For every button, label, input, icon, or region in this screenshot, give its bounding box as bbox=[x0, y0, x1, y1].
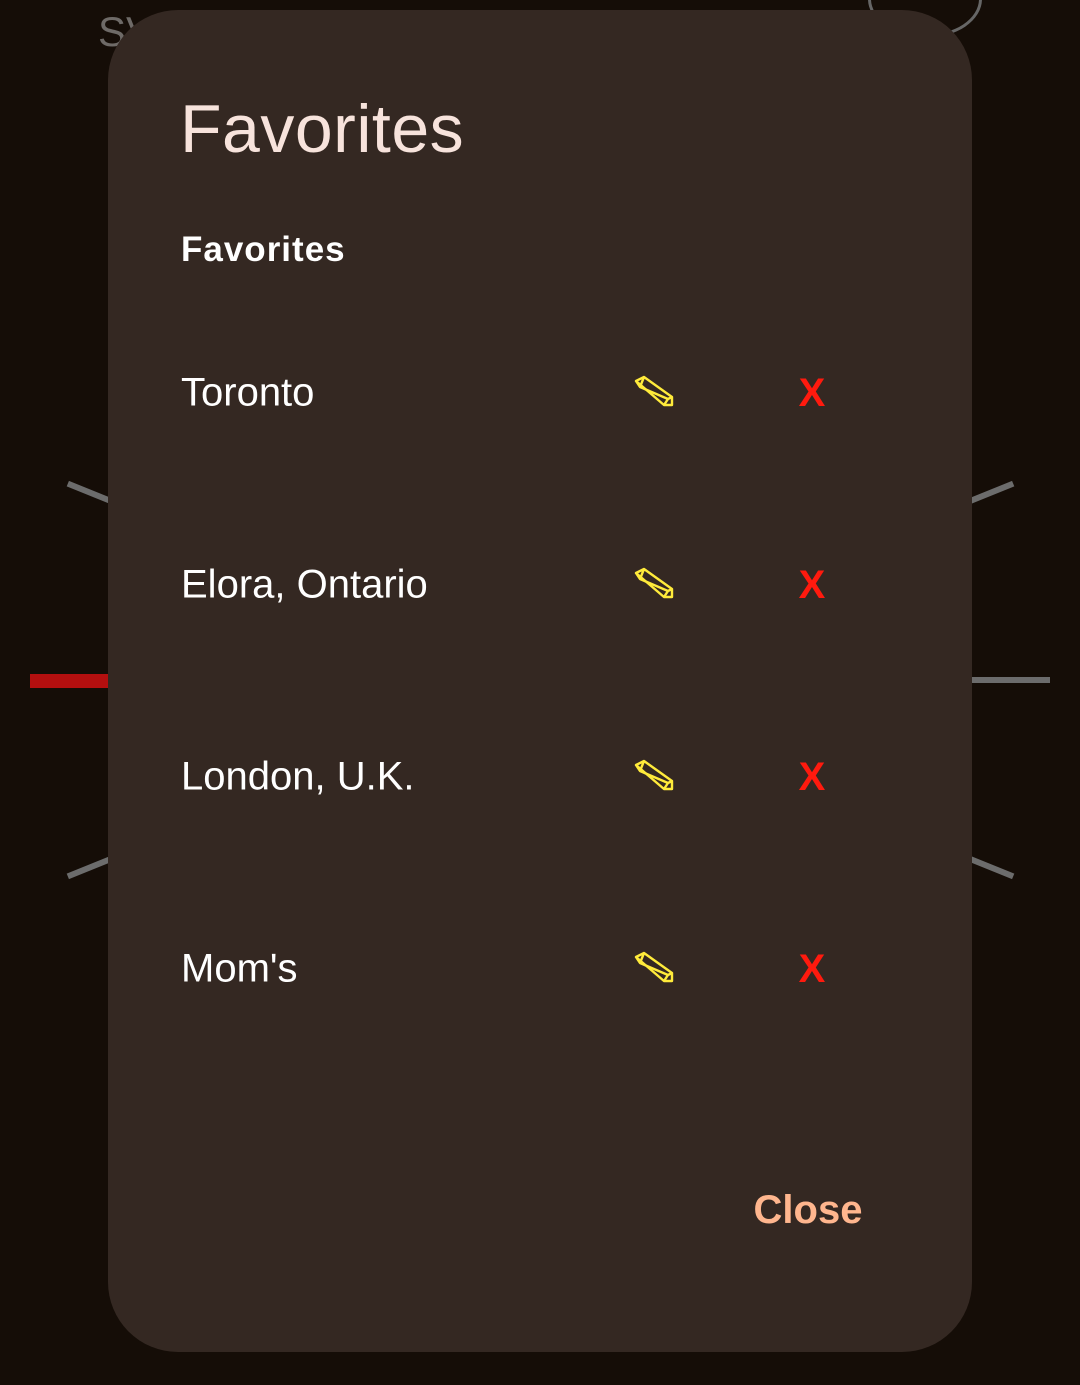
favorite-name: Mom's bbox=[181, 946, 298, 991]
delete-button[interactable]: X bbox=[792, 753, 832, 801]
close-button[interactable]: Close bbox=[738, 1182, 878, 1238]
delete-button[interactable]: X bbox=[792, 945, 832, 993]
pencil-icon[interactable] bbox=[630, 753, 678, 801]
gauge-tick bbox=[965, 480, 1015, 506]
list-item[interactable]: London, U.K. X bbox=[108, 681, 972, 873]
delete-button[interactable]: X bbox=[792, 561, 832, 609]
gauge-tick bbox=[970, 677, 1050, 683]
favorite-name: Elora, Ontario bbox=[181, 562, 428, 607]
gauge-needle-marker bbox=[30, 674, 110, 688]
favorite-name: London, U.K. bbox=[181, 754, 415, 799]
list-item[interactable]: Toronto X bbox=[108, 297, 972, 489]
pencil-icon[interactable] bbox=[630, 561, 678, 609]
pencil-icon[interactable] bbox=[630, 369, 678, 417]
list-item[interactable]: Elora, Ontario X bbox=[108, 489, 972, 681]
pencil-icon[interactable] bbox=[630, 945, 678, 993]
favorite-name: Toronto bbox=[181, 370, 315, 415]
favorites-list: Toronto X Elora, Ontario X London, U.K. … bbox=[108, 10, 972, 1210]
favorites-dialog: Favorites Favorites Toronto X Elora, Ont… bbox=[108, 10, 972, 1352]
gauge-tick bbox=[965, 854, 1015, 880]
delete-button[interactable]: X bbox=[792, 369, 832, 417]
list-item[interactable]: Mom's X bbox=[108, 873, 972, 1065]
